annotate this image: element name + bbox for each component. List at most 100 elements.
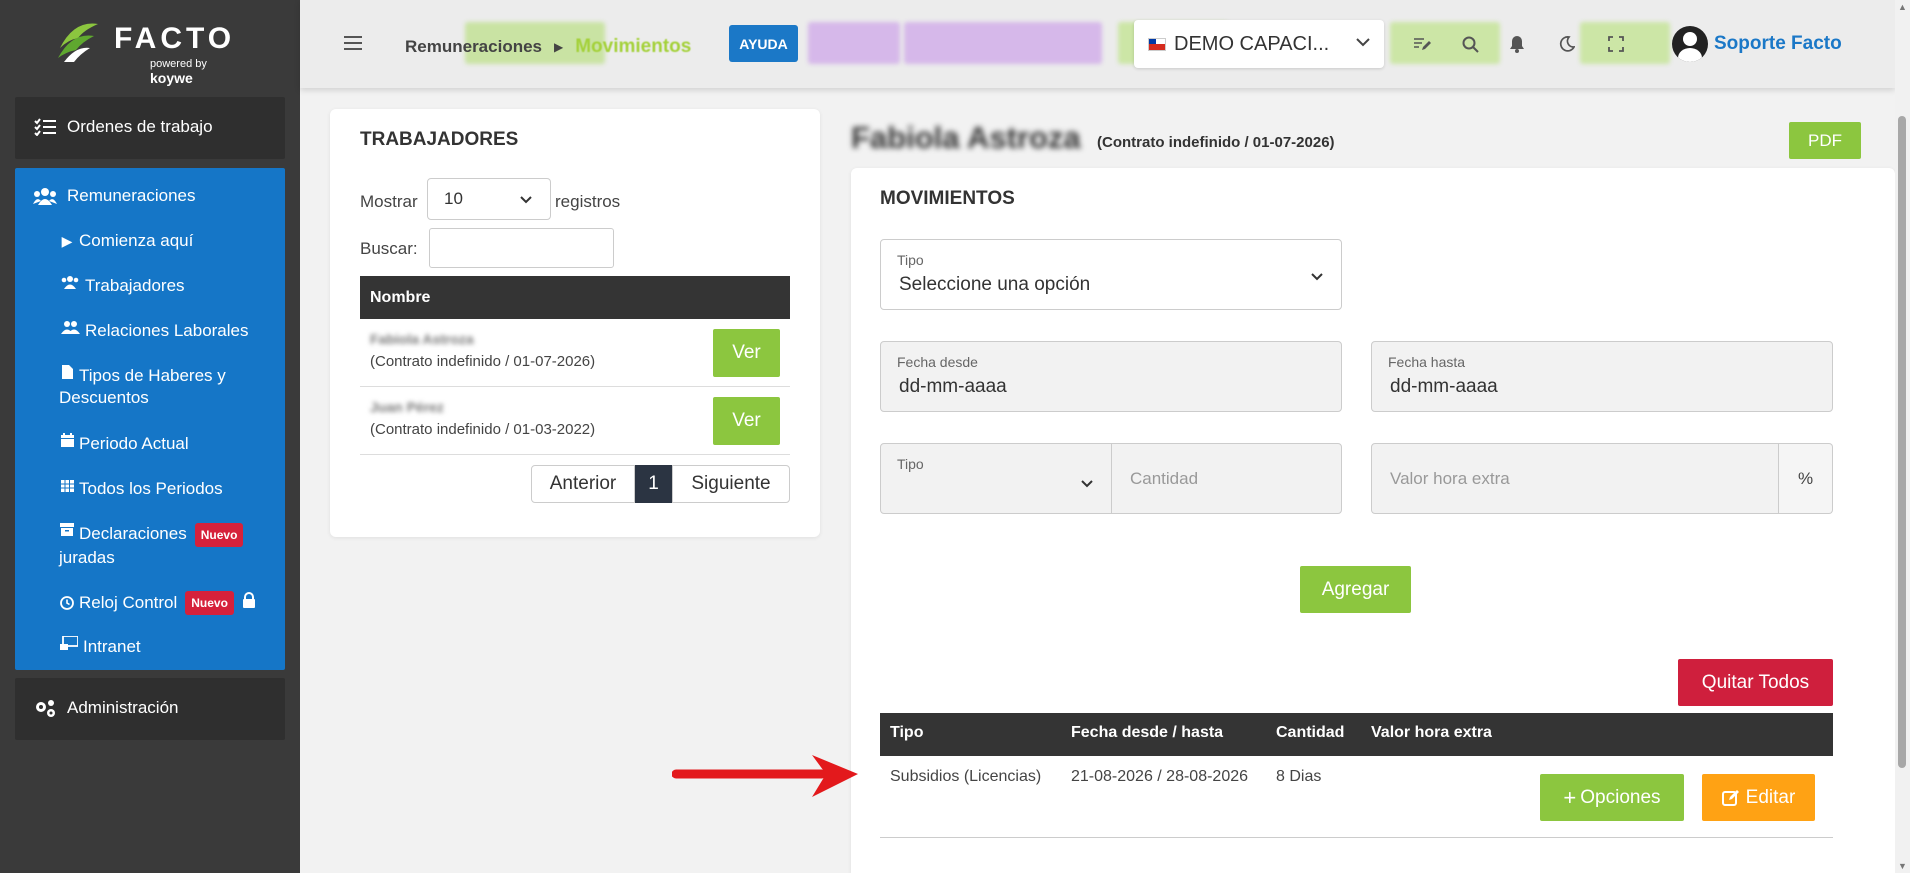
show-label: Mostrar — [360, 192, 418, 211]
search-icon[interactable] — [1460, 34, 1480, 54]
page-1-button[interactable]: 1 — [635, 465, 672, 503]
scroll-up-icon[interactable]: ▲ — [1898, 2, 1907, 12]
column-valor-hora-extra: Valor hora extra — [1371, 724, 1492, 741]
cell-fechas: 21-08-2026 / 28-08-2026 — [1071, 768, 1249, 785]
type-value: Seleccione una opción — [899, 274, 1091, 295]
breadcrumb-parent[interactable]: Remuneraciones — [405, 37, 542, 57]
moon-icon[interactable] — [1556, 34, 1576, 54]
page-scrollbar[interactable]: ▲ ▼ — [1895, 0, 1910, 873]
hamburger-menu-icon[interactable] — [344, 36, 362, 50]
edit-button[interactable]: Editar — [1702, 774, 1815, 821]
table-row: Fabiola Astroza (Contrato indefinido / 0… — [360, 319, 790, 387]
employee-name: Fabiola Astroza — [851, 120, 1081, 155]
sidebar-item-administracion[interactable]: Administración — [15, 678, 285, 740]
sidebar-item-declaraciones[interactable]: Declaraciones Nuevo juradas — [59, 523, 279, 569]
scrollbar-thumb[interactable] — [1898, 116, 1906, 768]
chevron-down-icon — [1356, 34, 1370, 52]
date-to-label: Fecha hasta — [1388, 354, 1466, 370]
pagination: Anterior 1 Siguiente — [531, 465, 790, 503]
sidebar-item-tipos-haberes[interactable]: Tipos de Haberes y Descuentos — [59, 365, 279, 409]
view-worker-button[interactable]: Ver — [713, 329, 780, 377]
lock-icon — [242, 592, 256, 614]
chevron-down-icon — [1081, 475, 1093, 493]
edit-note-icon[interactable] — [1412, 34, 1432, 54]
logo-wordmark: FACTO — [114, 22, 236, 55]
sidebar-item-trabajadores[interactable]: Trabajadores — [59, 275, 185, 297]
sidebar-item-intranet[interactable]: Intranet — [59, 636, 141, 658]
sidebar-item-periodo-actual[interactable]: Periodo Actual — [59, 433, 189, 455]
workers-title: TRABAJADORES — [360, 129, 519, 150]
sidebar-item-relaciones[interactable]: Relaciones Laborales — [59, 320, 249, 342]
pdf-button[interactable]: PDF — [1789, 122, 1861, 159]
help-button[interactable]: AYUDA — [729, 25, 798, 62]
new-badge: Nuevo — [194, 523, 244, 547]
company-selector[interactable]: DEMO CAPACI... — [1134, 20, 1384, 68]
clock-icon — [59, 596, 75, 610]
worker-info: Fabiola Astroza (Contrato indefinido / 0… — [370, 331, 595, 370]
play-icon: ▶ — [61, 233, 73, 249]
scroll-down-icon[interactable]: ▼ — [1898, 861, 1907, 871]
sidebar-label-tipos-haberes: Tipos de Haberes y — [79, 366, 226, 385]
table-row: Subsidios (Licencias) 21-08-2026 / 28-08… — [880, 756, 1833, 838]
remove-all-button[interactable]: Quitar Todos — [1678, 659, 1833, 706]
sidebar-item-remuneraciones[interactable]: Remuneraciones — [33, 186, 196, 206]
checklist-icon — [33, 117, 57, 137]
workers-card: TRABAJADORES Mostrar 10 registros Buscar… — [330, 109, 820, 537]
movements-title: MOVIMIENTOS — [880, 188, 1015, 209]
breadcrumb: Remuneraciones ▶ Movimientos — [405, 36, 691, 58]
add-button[interactable]: Agregar — [1300, 566, 1411, 613]
fullscreen-icon[interactable] — [1606, 34, 1626, 54]
facto-logo[interactable]: FACTO powered by koywe — [50, 14, 250, 86]
users-group-icon — [33, 186, 57, 206]
sidebar: FACTO powered by koywe Ordenes de trabaj… — [0, 0, 300, 873]
quantity-input[interactable]: Cantidad — [1111, 443, 1342, 514]
column-nombre[interactable]: Nombre — [370, 289, 430, 307]
search-label: Buscar: — [360, 239, 418, 258]
page-size-select[interactable]: 10 — [427, 178, 551, 220]
powered-by-text: powered by — [150, 58, 207, 70]
column-tipo: Tipo — [890, 724, 924, 741]
records-label: registros — [555, 192, 621, 211]
date-to-field[interactable]: Fecha hasta dd-mm-aaaa — [1371, 341, 1833, 412]
sidebar-section-remuneraciones: Remuneraciones ▶ Comienza aquí Trabajado… — [15, 168, 285, 670]
sidebar-label-intranet: Intranet — [83, 637, 141, 656]
chevron-down-icon — [1311, 268, 1323, 286]
previous-page-button[interactable]: Anterior — [531, 465, 635, 503]
sidebar-label-declaraciones: Declaraciones — [79, 524, 187, 543]
movements-table-header: Tipo Fecha desde / hasta Cantidad Valor … — [880, 713, 1833, 756]
sidebar-label-administracion: Administración — [67, 698, 179, 717]
options-button[interactable]: + Opciones — [1540, 774, 1684, 821]
monitor-icon — [59, 636, 79, 650]
overtime-value-input[interactable]: Valor hora extra — [1371, 443, 1779, 514]
sidebar-item-comienza[interactable]: ▶ Comienza aquí — [59, 230, 194, 252]
chevron-down-icon — [520, 191, 532, 207]
worker-info: Juan Pérez (Contrato indefinido / 01-03-… — [370, 399, 595, 438]
user-avatar[interactable] — [1672, 26, 1708, 62]
overtime-placeholder: Valor hora extra — [1390, 469, 1510, 488]
sidebar-item-todos-periodos[interactable]: Todos los Periodos — [59, 478, 223, 500]
sidebar-row-ordenes: Ordenes de trabajo — [33, 117, 213, 137]
next-page-button[interactable]: Siguiente — [672, 465, 790, 503]
logo-powered-by: powered by koywe — [150, 58, 250, 86]
sidebar-row-administracion: Administración — [33, 698, 179, 718]
view-worker-button[interactable]: Ver — [713, 397, 780, 445]
worker-contract: (Contrato indefinido / 01-07-2026) — [370, 353, 596, 370]
options-label: Opciones — [1580, 786, 1661, 808]
sidebar-item-ordenes[interactable]: Ordenes de trabajo — [15, 97, 285, 159]
page-size-value: 10 — [444, 189, 463, 208]
plus-icon: + — [1563, 784, 1577, 810]
search-input[interactable] — [429, 228, 614, 268]
date-from-field[interactable]: Fecha desde dd-mm-aaaa — [880, 341, 1342, 412]
secondary-type-select[interactable]: Tipo — [880, 443, 1112, 514]
breadcrumb-current: Movimientos — [575, 36, 692, 57]
calendar-grid-icon — [59, 478, 75, 492]
top-bar: Remuneraciones ▶ Movimientos AYUDA DEMO … — [300, 0, 1895, 88]
sidebar-label-periodo-actual: Periodo Actual — [79, 434, 189, 453]
sidebar-item-reloj-control[interactable]: Reloj Control Nuevo — [59, 591, 256, 615]
user-name[interactable]: Soporte Facto — [1714, 33, 1842, 55]
bell-icon[interactable] — [1507, 34, 1527, 54]
archive-icon — [59, 523, 75, 536]
movement-type-select[interactable]: Tipo Seleccione una opción — [880, 239, 1342, 310]
calendar-icon — [59, 433, 75, 447]
sidebar-label-trabajadores: Trabajadores — [85, 276, 185, 295]
